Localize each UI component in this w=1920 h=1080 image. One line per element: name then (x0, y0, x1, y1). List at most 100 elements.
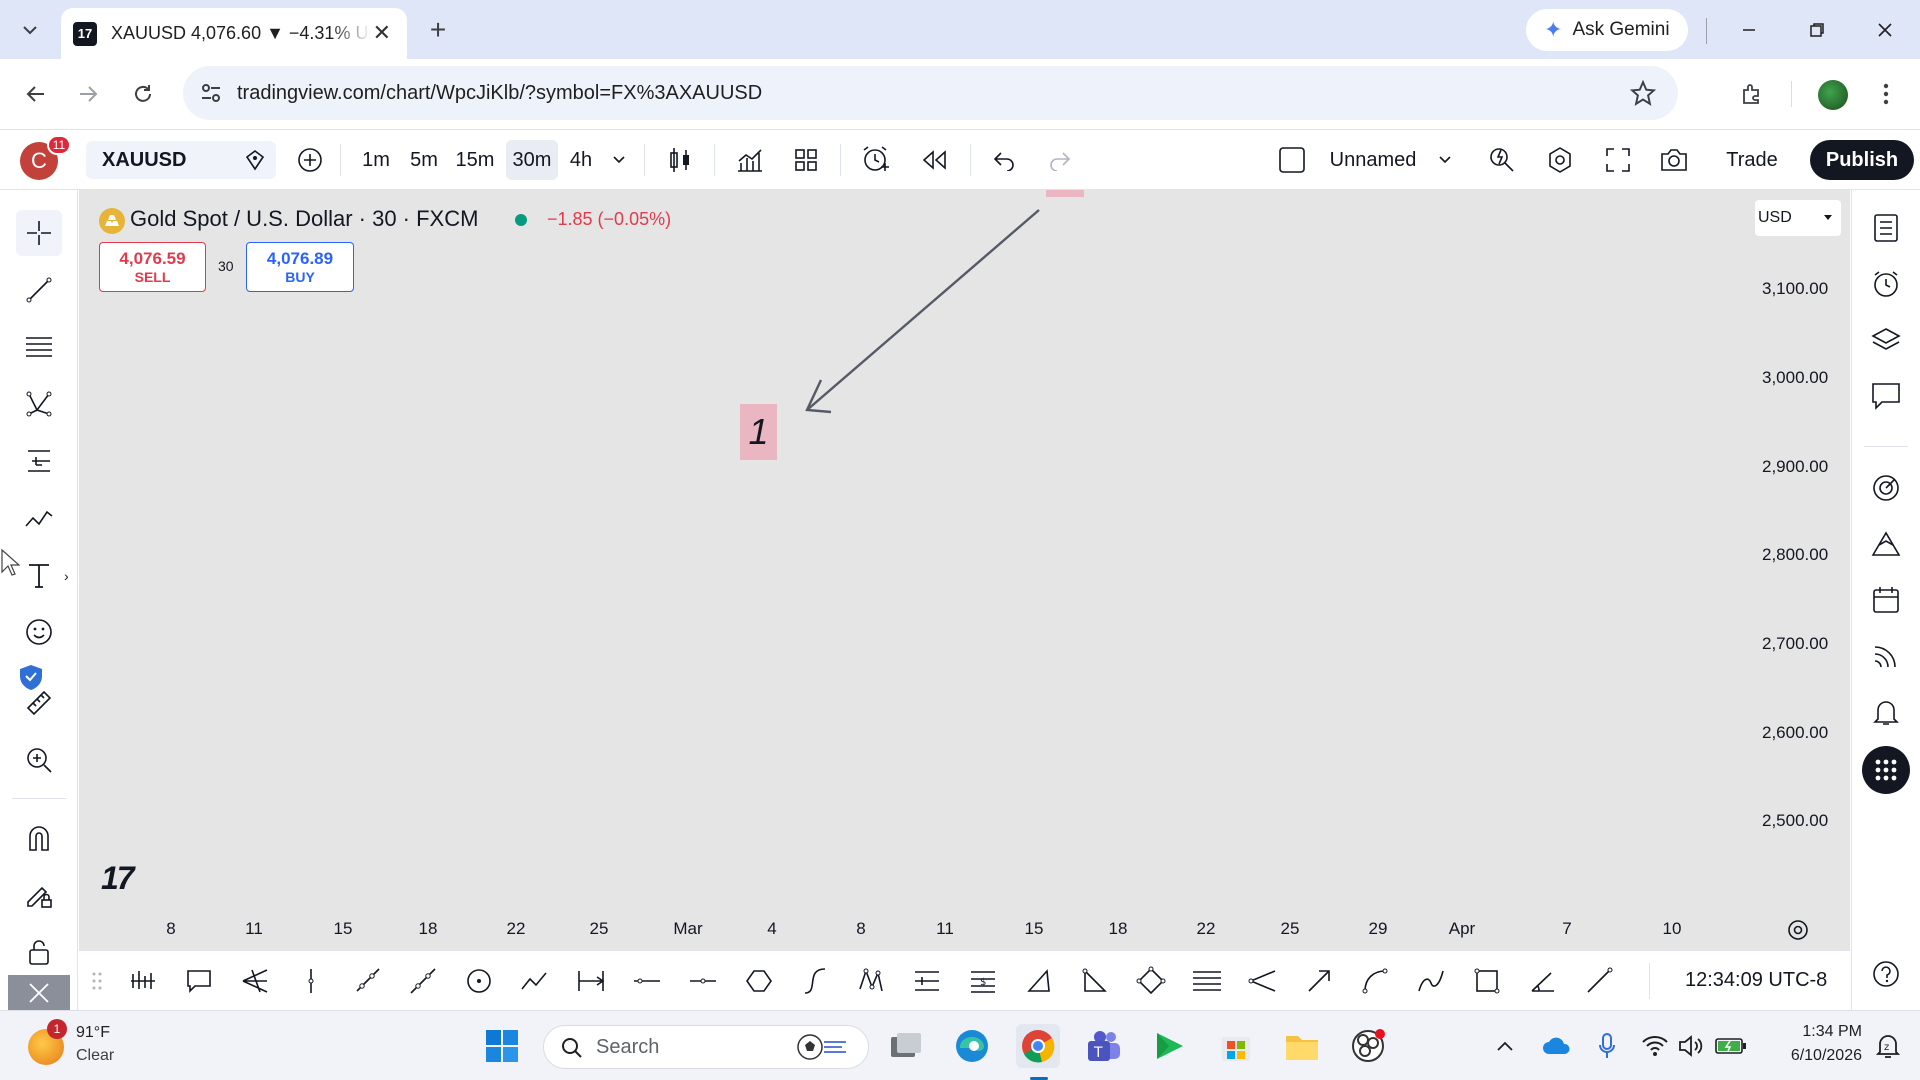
date-range-icon[interactable] (569, 959, 613, 1003)
time-axis-settings-icon[interactable] (1786, 918, 1810, 942)
taskbar-search[interactable]: Search (543, 1025, 869, 1069)
close-tab-icon[interactable]: ✕ (373, 20, 391, 46)
pine-mountain-icon[interactable] (1862, 520, 1910, 568)
long-position-icon[interactable] (905, 959, 949, 1003)
obs-studio-icon[interactable] (1346, 1024, 1390, 1068)
trend-angle-icon[interactable] (1521, 959, 1565, 1003)
parallel-channel-icon[interactable] (1185, 959, 1229, 1003)
trend-line-icon[interactable] (16, 267, 62, 313)
brush-line-icon[interactable] (16, 495, 62, 541)
calendar-icon[interactable] (1862, 576, 1910, 624)
snapshot-camera-icon[interactable] (1652, 140, 1696, 180)
restore-icon[interactable] (1794, 10, 1840, 50)
notifications-bell-icon[interactable] (1862, 688, 1910, 736)
screener-target-icon[interactable] (1862, 464, 1910, 512)
horizontal-line-icon[interactable] (681, 959, 725, 1003)
tradingview-watermark-logo[interactable]: 17 (101, 860, 135, 897)
interval-1m[interactable]: 1m (354, 140, 398, 180)
task-view-icon[interactable] (884, 1024, 928, 1068)
emoji-icon[interactable] (16, 609, 62, 655)
rotated-rectangle-icon[interactable] (1129, 959, 1173, 1003)
arc-icon[interactable] (1353, 959, 1397, 1003)
site-info-icon[interactable] (199, 81, 223, 105)
ellipse-icon[interactable] (737, 959, 781, 1003)
double-curve-icon[interactable] (1409, 959, 1453, 1003)
apps-grid-icon[interactable] (1862, 746, 1910, 794)
back-icon[interactable] (14, 72, 58, 116)
interval-15m[interactable]: 15m (450, 140, 500, 180)
browser-tab[interactable]: 17 XAUUSD 4,076.60 ▼ −4.31% Ur ✕ (61, 8, 407, 59)
annotation-label[interactable]: 1 (740, 404, 777, 460)
forecasting-measure-icon[interactable] (16, 438, 62, 484)
microphone-icon[interactable] (1590, 1024, 1624, 1068)
drag-handle-icon[interactable] (87, 959, 107, 1003)
undo-icon[interactable] (982, 140, 1026, 180)
extended-line-icon[interactable] (401, 959, 445, 1003)
reload-icon[interactable] (121, 72, 165, 116)
rectangle-icon[interactable] (1465, 959, 1509, 1003)
fib-retracement-icon[interactable] (16, 324, 62, 370)
path-icon[interactable] (513, 959, 557, 1003)
candles-chart-type-icon[interactable] (658, 140, 702, 180)
edge-browser-icon[interactable] (950, 1024, 994, 1068)
battery-charging-icon[interactable] (1712, 1024, 1750, 1068)
news-feed-icon[interactable] (1862, 632, 1910, 680)
magnet-icon[interactable] (16, 815, 62, 861)
redo-icon[interactable] (1038, 140, 1082, 180)
help-icon[interactable] (1862, 950, 1910, 998)
curve-icon[interactable] (793, 959, 837, 1003)
more-menu-icon[interactable] (1868, 72, 1904, 116)
layouts-grid-icon[interactable] (784, 140, 828, 180)
interval-5m[interactable]: 5m (402, 140, 446, 180)
symbol-search[interactable]: XAUUSD (86, 141, 276, 179)
quick-search-icon[interactable] (1480, 140, 1524, 180)
forward-icon[interactable] (66, 72, 110, 116)
microsoft-store-icon[interactable] (1214, 1024, 1258, 1068)
wifi-icon[interactable] (1638, 1024, 1672, 1068)
pitchfork-icon[interactable] (233, 959, 277, 1003)
alarm-clock-icon[interactable] (1862, 260, 1910, 308)
remove-drawings-icon[interactable] (8, 975, 70, 1010)
xabcd-pattern-icon[interactable] (849, 959, 893, 1003)
crosshair-cursor-icon[interactable] (16, 210, 62, 256)
new-tab-button[interactable]: + (418, 10, 458, 50)
chrome-browser-icon[interactable] (1016, 1024, 1060, 1068)
patterns-icon[interactable] (16, 381, 62, 427)
triangle-pattern-icon[interactable] (1073, 959, 1117, 1003)
stay-in-drawing-mode-icon[interactable] (16, 872, 62, 918)
volume-icon[interactable] (1674, 1024, 1708, 1068)
ray-icon[interactable] (345, 959, 389, 1003)
layout-name[interactable]: Unnamed (1318, 140, 1428, 180)
info-line-icon[interactable] (1577, 959, 1621, 1003)
trade-button[interactable]: Trade (1714, 140, 1790, 180)
taskbar-time[interactable]: 1:34 PM (1768, 1023, 1862, 1041)
text-tool-icon[interactable] (16, 552, 62, 598)
replay-icon[interactable] (912, 140, 956, 180)
indicators-icon[interactable] (728, 140, 772, 180)
teams-icon[interactable]: T (1082, 1024, 1126, 1068)
ask-gemini-button[interactable]: ✦ Ask Gemini (1526, 9, 1688, 51)
fullscreen-icon[interactable] (1596, 140, 1640, 180)
fib-extension-icon[interactable]: $ (961, 959, 1005, 1003)
zoom-in-icon[interactable] (16, 737, 62, 783)
windows-start-icon[interactable] (480, 1024, 524, 1068)
lock-drawings-icon[interactable] (16, 929, 62, 975)
arrow-drawing[interactable] (79, 190, 1850, 950)
extensions-icon[interactable] (1730, 72, 1774, 116)
tool-group-expand-arrow-icon[interactable]: › (64, 568, 69, 584)
notification-center-icon[interactable]: z (1870, 1024, 1906, 1068)
ruler-measure-icon[interactable] (16, 680, 62, 726)
watchlist-icon[interactable] (1862, 204, 1910, 252)
currency-selector[interactable]: USD (1755, 200, 1841, 236)
taskbar-date[interactable]: 6/10/2026 (1768, 1047, 1862, 1065)
circle-icon[interactable] (457, 959, 501, 1003)
alert-clock-icon[interactable] (854, 140, 898, 180)
arrow-tool-icon[interactable] (1297, 959, 1341, 1003)
layout-dropdown-chevron-icon[interactable] (1430, 140, 1460, 180)
close-window-icon[interactable] (1862, 10, 1908, 50)
chart-pane[interactable]: Gold Spot / U.S. Dollar · 30 · FXCM −1.8… (79, 190, 1850, 950)
show-hidden-icons-chevron[interactable] (1490, 1024, 1520, 1068)
green-app-icon[interactable] (1148, 1024, 1192, 1068)
settings-hexagon-icon[interactable] (1538, 140, 1582, 180)
object-tree-layers-icon[interactable] (1862, 316, 1910, 364)
